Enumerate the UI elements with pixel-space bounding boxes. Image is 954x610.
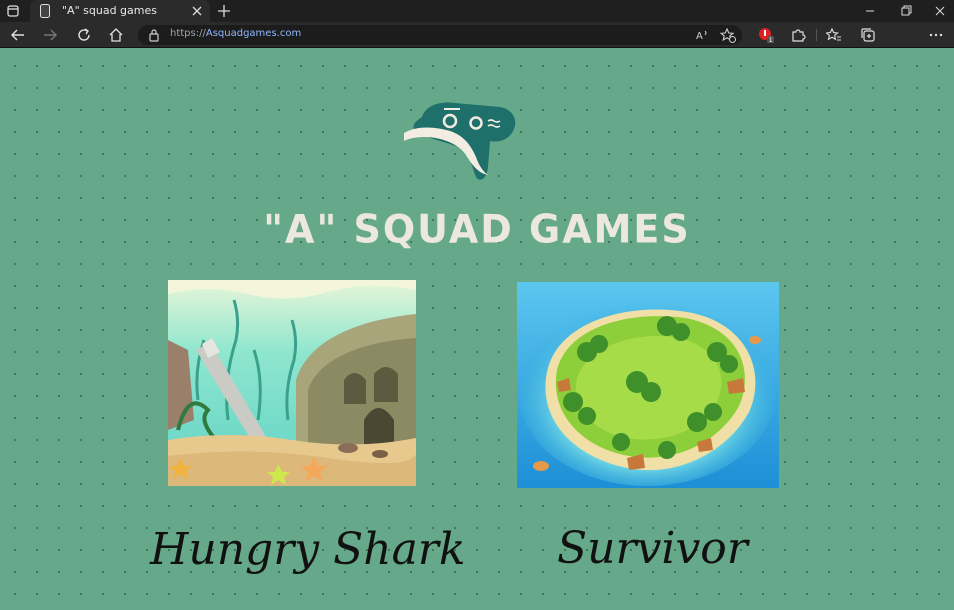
more-menu-icon[interactable] — [928, 27, 944, 43]
hungry-shark-thumbnail[interactable] — [168, 280, 416, 486]
browser-toolbar: https://Asquadgames.com A 1 — [0, 22, 954, 48]
restore-icon[interactable] — [898, 3, 914, 19]
survivor-thumbnail[interactable] — [517, 282, 779, 488]
forward-icon[interactable] — [42, 27, 58, 43]
address-bar[interactable]: https://Asquadgames.com A — [138, 25, 742, 45]
toolbar-divider — [816, 29, 817, 41]
read-aloud-icon[interactable]: A — [694, 27, 710, 43]
game-title-survivor[interactable]: Survivor — [557, 523, 748, 574]
page-favicon-icon — [40, 4, 50, 18]
game-title-hungry-shark[interactable]: Hungry Shark — [150, 524, 466, 575]
gamepad-icon — [404, 102, 516, 180]
tropical-island-image — [517, 282, 779, 488]
back-icon[interactable] — [10, 27, 26, 43]
home-icon[interactable] — [108, 27, 124, 43]
url-host: Asquadgames.com — [205, 28, 302, 39]
extension-icon[interactable]: 1 — [758, 27, 774, 43]
browser-tab-strip: "A" squad games — [0, 0, 954, 22]
url-text: https://Asquadgames.com — [170, 28, 301, 39]
collections-icon[interactable] — [860, 27, 876, 43]
page-content: "A" SQUAD GAMES Hungry Shark Survivor — [0, 49, 954, 610]
lock-icon[interactable] — [148, 28, 160, 42]
refresh-icon[interactable] — [76, 27, 92, 43]
tab-title: "A" squad games — [62, 4, 157, 17]
url-scheme: https:// — [170, 28, 206, 39]
svg-text:A: A — [696, 31, 703, 42]
new-tab-icon[interactable] — [216, 3, 232, 19]
close-window-icon[interactable] — [932, 3, 948, 19]
tab-actions-icon[interactable] — [6, 4, 20, 18]
favorites-icon[interactable] — [826, 27, 842, 43]
close-tab-icon[interactable] — [190, 4, 204, 18]
minimize-icon[interactable] — [862, 3, 878, 19]
add-favorite-icon[interactable] — [720, 27, 736, 43]
extension-badge: 1 — [769, 37, 773, 43]
extensions-puzzle-icon[interactable] — [790, 27, 806, 43]
browser-tab[interactable]: "A" squad games — [30, 0, 210, 22]
site-title: "A" SQUAD GAMES — [263, 206, 691, 252]
underwater-ruins-image — [168, 280, 416, 486]
